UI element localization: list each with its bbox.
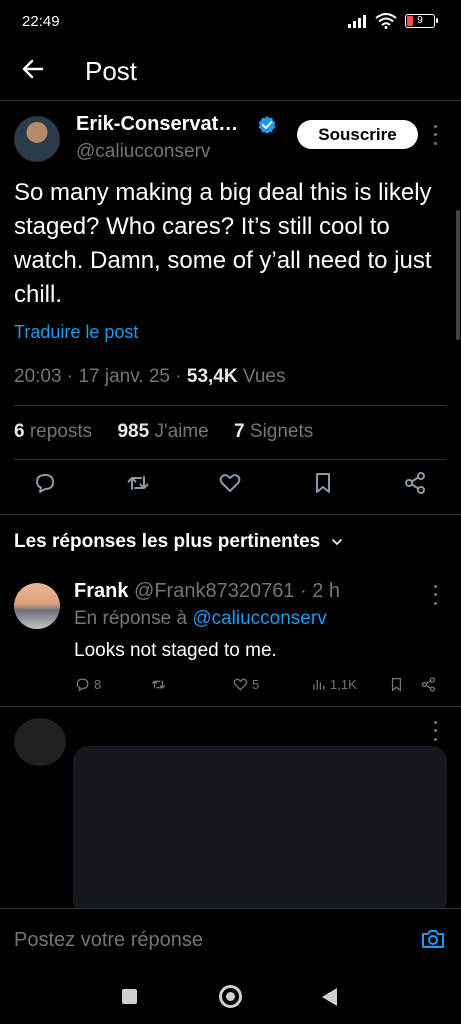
header-divider [0,100,461,101]
post-date: 17 janv. 25 [78,366,170,387]
reply-reply-count: 8 [94,677,102,692]
author-avatar[interactable] [14,116,60,162]
meta-separator: · [66,366,79,387]
signal-icon [348,15,366,28]
repost-icon [151,680,166,689]
translate-link[interactable]: Traduire le post [14,322,138,343]
loading-more-icon [428,718,442,744]
bookmark-icon[interactable] [310,470,336,496]
like-icon[interactable] [217,470,243,496]
views-label: Vues [242,366,286,387]
reply-separator: · [294,580,313,602]
wifi-icon [375,13,397,29]
back-arrow-icon[interactable] [18,54,48,84]
views-chart-icon [313,679,325,690]
reply-bookmark-button[interactable] [388,676,405,693]
views-count: 53,4K [186,366,238,387]
author-name[interactable]: Erik-Conservat… [76,113,238,136]
reply-author-name[interactable]: Frank [74,580,128,602]
author-handle[interactable]: @caliucconserv [76,141,210,163]
reply-icon [76,678,89,692]
reply-avatar[interactable] [14,583,60,629]
chevron-down-icon [331,539,342,546]
share-icon [421,677,436,692]
actions-divider [0,514,461,515]
reply-composer[interactable]: Postez votre réponse [0,908,461,964]
post-text: So many making a big deal this is likely… [14,179,432,308]
post-time: 20:03 [14,366,62,387]
status-bar: 22:49 9 [0,0,461,46]
likes-stat[interactable]: 985 J'aime [117,421,218,442]
bookmarks-stat[interactable]: 7 Signets [234,421,323,442]
reply-view-count: 1,1K [330,677,357,692]
status-time: 22:49 [22,13,60,30]
reply-context-handle[interactable]: @caliucconserv [192,608,326,629]
reply-icon[interactable] [32,470,58,496]
post-meta: 20:03 · 17 janv. 25 · 53,4K Vues [14,366,285,388]
reply-more-icon[interactable] [428,582,442,608]
reply-context-label: En réponse à [74,608,188,629]
reposts-label: reposts [29,421,93,442]
bookmark-icon [391,677,402,692]
reply-text: Looks not staged to me. [74,640,277,661]
likes-label: J'aime [154,421,209,442]
reply-header: Frank @Frank87320761 · 2 h [74,580,340,603]
share-icon[interactable] [402,470,428,496]
meta-divider [14,405,446,406]
reply-views-button[interactable]: 1,1K [310,676,357,693]
subscribe-button[interactable]: Souscrire [297,120,418,149]
scrollbar[interactable] [456,210,460,340]
reply-repost-button[interactable] [150,676,167,693]
post-action-bar [14,470,446,504]
like-icon [233,678,248,691]
system-nav-bar [0,964,461,1024]
engagement-stats: 6 reposts 985 J'aime 7 Signets [14,421,333,443]
bookmarks-label: Signets [249,421,314,442]
reply-share-button[interactable] [420,676,437,693]
likes-count: 985 [117,421,150,442]
status-icons: 9 [347,13,438,29]
reply-divider [0,706,461,707]
page-title: Post [85,56,138,86]
reply-age: 2 h [312,580,341,602]
loading-media-placeholder [73,746,447,916]
reply-context: En réponse à @caliucconserv [74,608,327,630]
verified-badge-icon [258,116,276,134]
back-nav-icon[interactable] [322,988,337,1006]
reply-like-count: 5 [252,677,260,692]
loading-avatar-placeholder [14,718,66,766]
home-icon[interactable] [219,985,242,1008]
reply-like-button[interactable]: 5 [232,676,259,693]
bookmarks-count: 7 [234,421,245,442]
reposts-stat[interactable]: 6 reposts [14,421,102,442]
meta-separator: · [175,366,187,387]
replies-sort-dropdown[interactable]: Les réponses les plus pertinentes [14,531,344,553]
reply-reply-button[interactable]: 8 [74,676,101,693]
reply-input-placeholder[interactable]: Postez votre réponse [14,929,203,952]
reply-action-bar: 8 5 1,1K [74,676,444,698]
reposts-count: 6 [14,421,25,442]
top-app-bar: Post [0,46,461,100]
recents-icon[interactable] [122,989,137,1004]
repost-icon[interactable] [125,470,151,496]
more-options-icon[interactable] [428,122,442,148]
battery-level: 9 [417,15,423,26]
reply-handle[interactable]: @Frank87320761 [134,580,294,602]
replies-section-title: Les réponses les plus pertinentes [14,531,321,552]
stats-divider [14,459,446,460]
camera-icon[interactable] [420,927,446,951]
battery-icon: 9 [405,14,438,28]
